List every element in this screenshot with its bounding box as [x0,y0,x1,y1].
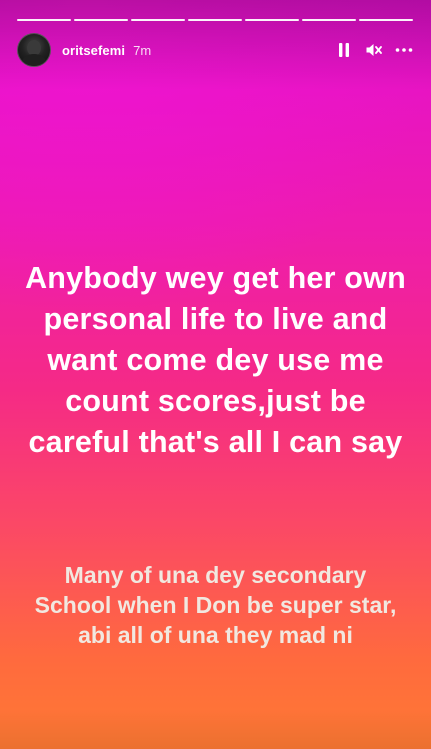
story-progress-bar [17,19,413,21]
post-time: 7m [133,42,152,58]
story-header: oritsefemi 7m [17,32,413,68]
pause-icon[interactable] [335,41,353,59]
avatar[interactable] [17,33,51,67]
progress-segment [188,19,242,21]
speaker-muted-icon[interactable] [365,41,383,59]
progress-segment [302,19,356,21]
progress-segment [131,19,185,21]
progress-segment [359,19,413,21]
progress-segment [245,19,299,21]
progress-segment [74,19,128,21]
more-horizontal-icon[interactable] [395,41,413,59]
username[interactable]: oritsefemi [62,43,125,58]
story-viewer[interactable]: oritsefemi 7m Anybody wey get her own pe… [0,0,431,749]
progress-segment [17,19,71,21]
story-main-text: Anybody wey get her own personal life to… [25,261,406,459]
story-controls [335,41,413,59]
story-sub-text: Many of una dey secondary School when I … [34,562,397,648]
